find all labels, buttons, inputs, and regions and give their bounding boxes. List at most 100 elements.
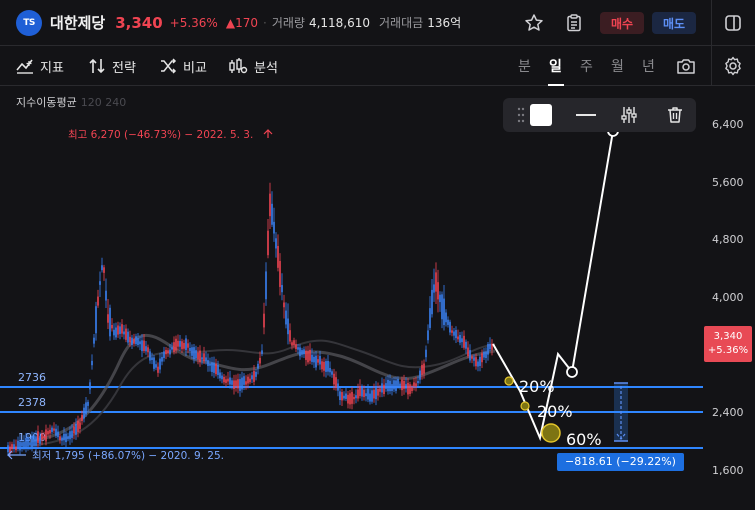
candle-body: [443, 298, 445, 326]
pattern-point-1[interactable]: [504, 376, 514, 386]
candle-body: [457, 336, 459, 340]
candle-body: [179, 340, 181, 347]
candle-body: [199, 350, 201, 363]
candle-body: [173, 342, 175, 353]
pattern-point-2[interactable]: [520, 401, 530, 411]
candle-body: [79, 422, 81, 429]
candle-body: [461, 338, 463, 343]
strategy-icon: [89, 58, 105, 74]
indicator-icon: [16, 59, 33, 74]
candle-body: [449, 321, 451, 333]
candle-body: [19, 441, 21, 451]
low-marker-arrow: [7, 450, 26, 460]
candle-body: [323, 361, 325, 371]
camera-icon[interactable]: [674, 54, 698, 78]
candle-body: [355, 395, 357, 399]
clipboard-icon[interactable]: [562, 11, 586, 35]
candle-body: [431, 289, 433, 315]
candle-body: [27, 437, 29, 447]
y-tick-1600: 1,600: [712, 464, 744, 477]
candle-body: [303, 349, 305, 355]
stock-name[interactable]: 대한제당: [50, 12, 105, 33]
analysis-button[interactable]: 분석: [228, 55, 278, 77]
candle-body: [243, 376, 245, 385]
candle-body: [197, 352, 199, 360]
sell-button[interactable]: 매도: [652, 12, 696, 34]
period-minute[interactable]: 분: [518, 56, 531, 76]
strategy-label: 전략: [112, 60, 136, 76]
chart-canvas[interactable]: 2736 2378 1900 최고 6,270 (−46.73%) − 2022…: [0, 86, 755, 510]
pattern-point-3[interactable]: [541, 423, 561, 443]
candle-body: [163, 351, 165, 358]
line-style-button[interactable]: [574, 103, 598, 127]
drawing-settings-button[interactable]: [617, 103, 641, 127]
candle-body: [219, 372, 221, 379]
candle-body: [379, 388, 381, 392]
pattern-label-2: 20%: [537, 402, 573, 421]
candle-body: [463, 335, 465, 348]
period-year[interactable]: 년: [642, 56, 655, 76]
price-chart[interactable]: 지수이동평균 120 240 2736 2378 1900 최고 6,270 (−…: [0, 86, 755, 510]
compare-button[interactable]: 비교: [159, 55, 207, 77]
candle-body: [409, 384, 411, 394]
candle-body: [67, 436, 69, 440]
candle-body: [29, 442, 31, 446]
candle-body: [119, 326, 121, 334]
candle-body: [11, 444, 13, 450]
candle-body: [343, 395, 345, 399]
candle-body: [171, 347, 173, 350]
candle-body: [387, 379, 389, 392]
settings-icon[interactable]: [721, 54, 745, 78]
candle-body: [359, 385, 361, 397]
candle-body: [95, 306, 97, 334]
candle-body: [269, 193, 271, 217]
color-picker-button[interactable]: [529, 103, 553, 127]
candle-body: [485, 351, 487, 359]
candle-body: [55, 428, 57, 436]
candle-body: [85, 402, 87, 415]
candle-body: [121, 324, 123, 334]
candle-body: [111, 325, 113, 329]
candle-body: [407, 382, 409, 395]
candle-body: [255, 371, 257, 377]
drawing-toolbar: [503, 98, 696, 132]
candle-body: [459, 334, 461, 343]
trash-icon[interactable]: [663, 103, 687, 127]
candle-body: [257, 363, 259, 369]
side-panel-icon[interactable]: [721, 11, 745, 35]
change-percent: +5.36%: [169, 15, 218, 30]
analysis-label: 분석: [254, 60, 278, 76]
buy-button[interactable]: 매수: [600, 12, 644, 34]
candle-body: [259, 357, 261, 364]
candle-body: [105, 290, 107, 301]
candle-body: [393, 380, 395, 390]
candle-body: [301, 350, 303, 355]
indicators-button[interactable]: 지표: [16, 55, 64, 77]
candle-body: [211, 362, 213, 372]
strategy-button[interactable]: 전략: [88, 55, 136, 77]
candle-body: [193, 347, 195, 360]
candle-body: [253, 370, 255, 382]
candle-body: [207, 360, 209, 366]
candle-body: [201, 357, 203, 360]
candle-body: [155, 364, 157, 368]
candle-body: [117, 325, 119, 335]
candle-body: [183, 342, 185, 349]
level-label-2378: 2378: [18, 396, 46, 409]
candle-body: [63, 433, 65, 441]
candle-body: [185, 338, 187, 351]
period-month[interactable]: 월: [611, 56, 624, 76]
candle-body: [419, 370, 421, 380]
period-day[interactable]: 일: [549, 56, 562, 76]
candle-body: [311, 354, 313, 362]
candle-body: [389, 380, 391, 392]
star-icon[interactable]: [522, 11, 546, 35]
candle-body: [371, 390, 373, 402]
candle-body: [475, 357, 477, 367]
period-week[interactable]: 주: [580, 56, 593, 76]
candle-body: [347, 394, 349, 404]
candle-body: [283, 302, 285, 308]
candle-body: [441, 294, 443, 320]
pattern-anchor-low[interactable]: [566, 366, 578, 378]
candle-body: [213, 362, 215, 373]
